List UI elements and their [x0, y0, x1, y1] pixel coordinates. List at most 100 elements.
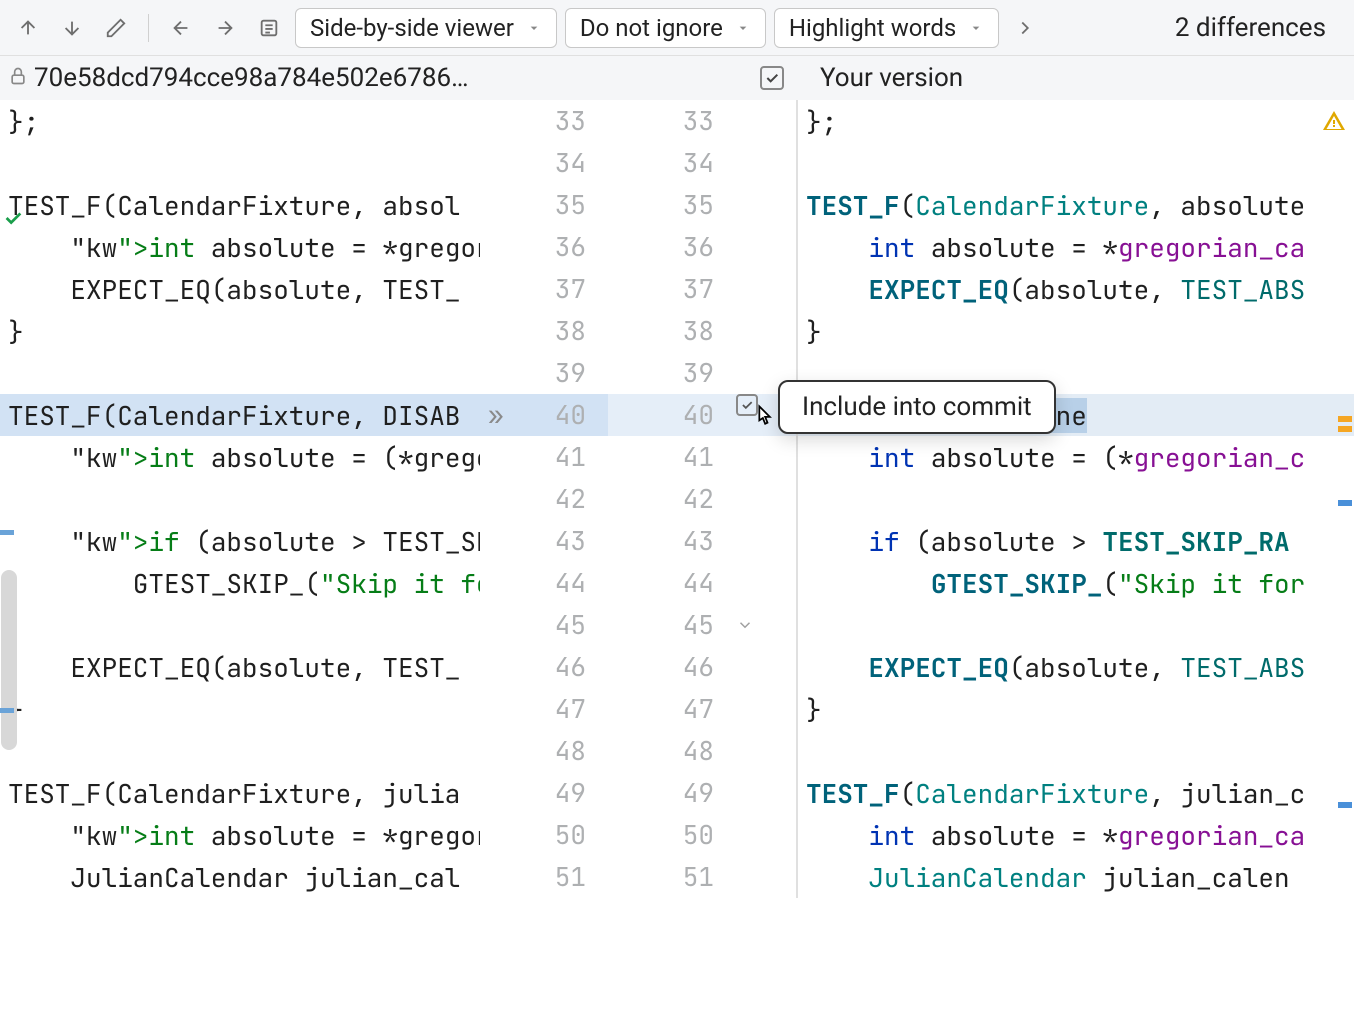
- code-line-right[interactable]: [798, 478, 1354, 520]
- toolbar-divider: [148, 14, 149, 42]
- gutter-action: [736, 142, 796, 184]
- next-diff-icon[interactable]: [54, 10, 90, 46]
- line-number[interactable]: 43: [608, 520, 736, 562]
- back-icon[interactable]: [163, 10, 199, 46]
- line-number[interactable]: 40: [608, 394, 736, 436]
- ignore-mode-dropdown[interactable]: Do not ignore: [565, 8, 766, 48]
- line-number[interactable]: 47: [608, 688, 736, 730]
- marker-strip[interactable]: [1336, 200, 1354, 1020]
- code-line-left[interactable]: EXPECT_EQ(absolute, TEST_: [0, 268, 480, 310]
- code-line-right[interactable]: TEST_F(CalendarFixture, julian_c: [798, 772, 1354, 814]
- line-number[interactable]: 43: [480, 520, 608, 562]
- code-line-right[interactable]: int absolute = *gregorian_ca: [798, 226, 1354, 268]
- scrollbar-thumb[interactable]: [1, 570, 17, 750]
- code-line-left[interactable]: [0, 604, 480, 646]
- prev-diff-icon[interactable]: [10, 10, 46, 46]
- line-number[interactable]: 37: [480, 268, 608, 310]
- gutter-action: [736, 562, 796, 604]
- code-line-right[interactable]: JulianCalendar julian_calen: [798, 856, 1354, 898]
- line-number[interactable]: 51: [480, 856, 608, 898]
- code-line-right[interactable]: [798, 142, 1354, 184]
- gutter-actions: [736, 100, 796, 898]
- include-all-checkbox[interactable]: [760, 66, 784, 90]
- code-line-right[interactable]: int absolute = (*gregorian_c: [798, 436, 1354, 478]
- warning-icon[interactable]: [1322, 106, 1346, 141]
- code-line-right[interactable]: GTEST_SKIP_("Skip it for: [798, 562, 1354, 604]
- line-number[interactable]: 45: [608, 604, 736, 646]
- line-number[interactable]: 46: [480, 646, 608, 688]
- warning-marker[interactable]: [1338, 426, 1352, 432]
- line-number[interactable]: 33: [608, 100, 736, 142]
- line-number[interactable]: 44: [608, 562, 736, 604]
- forward-icon[interactable]: [207, 10, 243, 46]
- line-number[interactable]: 39: [480, 352, 608, 394]
- line-number[interactable]: 49: [608, 772, 736, 814]
- line-number[interactable]: 42: [608, 478, 736, 520]
- line-number[interactable]: 35: [608, 184, 736, 226]
- code-line-right[interactable]: int absolute = *gregorian_ca: [798, 814, 1354, 856]
- code-line-left[interactable]: }: [0, 688, 480, 730]
- line-number[interactable]: 39: [608, 352, 736, 394]
- code-line-right[interactable]: EXPECT_EQ(absolute, TEST_ABS: [798, 268, 1354, 310]
- code-line-left[interactable]: TEST_F(CalendarFixture, DISAB: [0, 394, 480, 436]
- change-marker[interactable]: [1338, 500, 1352, 506]
- viewer-mode-dropdown[interactable]: Side-by-side viewer: [295, 8, 557, 48]
- code-line-left[interactable]: "kw">if (absolute > TEST_SKIP_: [0, 520, 480, 562]
- warning-marker[interactable]: [1338, 416, 1352, 422]
- line-number[interactable]: 49: [480, 772, 608, 814]
- code-line-right[interactable]: }: [798, 310, 1354, 352]
- line-number[interactable]: 51: [608, 856, 736, 898]
- line-number[interactable]: 34: [480, 142, 608, 184]
- code-line-right[interactable]: [798, 604, 1354, 646]
- code-line-left[interactable]: [0, 478, 480, 520]
- line-number[interactable]: 50: [608, 814, 736, 856]
- code-line-left[interactable]: [0, 142, 480, 184]
- line-number[interactable]: 48: [480, 730, 608, 772]
- code-line-left[interactable]: [0, 352, 480, 394]
- line-number[interactable]: 42: [480, 478, 608, 520]
- code-line-right[interactable]: EXPECT_EQ(absolute, TEST_ABS: [798, 646, 1354, 688]
- edit-icon[interactable]: [98, 10, 134, 46]
- code-line-left[interactable]: "kw">int absolute = *gregorian: [0, 814, 480, 856]
- line-number[interactable]: 37: [608, 268, 736, 310]
- expand-chevron-icon[interactable]: [1007, 10, 1043, 46]
- line-number[interactable]: 44: [480, 562, 608, 604]
- code-line-left[interactable]: TEST_F(CalendarFixture, absol: [0, 184, 480, 226]
- line-number[interactable]: 41: [608, 436, 736, 478]
- code-line-left[interactable]: };: [0, 100, 480, 142]
- line-number[interactable]: 45: [480, 604, 608, 646]
- line-number[interactable]: 36: [608, 226, 736, 268]
- code-line-left[interactable]: [0, 730, 480, 772]
- left-pane[interactable]: }; TEST_F(CalendarFixture, absol "kw">int…: [0, 100, 480, 898]
- code-line-right[interactable]: TEST_F(CalendarFixture, absolute: [798, 184, 1354, 226]
- change-marker[interactable]: [1338, 802, 1352, 808]
- code-line-left[interactable]: TEST_F(CalendarFixture, julia: [0, 772, 480, 814]
- code-line-left[interactable]: "kw">int absolute = *gregorian: [0, 226, 480, 268]
- line-number[interactable]: 41: [480, 436, 608, 478]
- details-icon[interactable]: [251, 10, 287, 46]
- chevron-down-icon[interactable]: [736, 607, 754, 642]
- code-line-left[interactable]: }: [0, 310, 480, 352]
- right-pane[interactable]: }; TEST_F(CalendarFixture, absolute int a…: [796, 100, 1354, 898]
- line-number[interactable]: 46: [608, 646, 736, 688]
- code-line-left[interactable]: GTEST_SKIP_("Skip it fo: [0, 562, 480, 604]
- line-number[interactable]: 48: [608, 730, 736, 772]
- code-line-right[interactable]: }: [798, 688, 1354, 730]
- line-number[interactable]: 33: [480, 100, 608, 142]
- code-line-left[interactable]: "kw">int absolute = (*gregoria: [0, 436, 480, 478]
- line-number[interactable]: 34: [608, 142, 736, 184]
- highlight-mode-dropdown[interactable]: Highlight words: [774, 8, 999, 48]
- line-number[interactable]: 35: [480, 184, 608, 226]
- line-number[interactable]: 38: [480, 310, 608, 352]
- chevron-down-icon: [526, 14, 542, 42]
- line-number[interactable]: »40: [480, 394, 608, 436]
- code-line-left[interactable]: EXPECT_EQ(absolute, TEST_: [0, 646, 480, 688]
- code-line-right[interactable]: [798, 730, 1354, 772]
- code-line-left[interactable]: JulianCalendar julian_cal: [0, 856, 480, 898]
- code-line-right[interactable]: if (absolute > TEST_SKIP_RA: [798, 520, 1354, 562]
- line-number[interactable]: 36: [480, 226, 608, 268]
- line-number[interactable]: 47: [480, 688, 608, 730]
- line-number[interactable]: 38: [608, 310, 736, 352]
- code-line-right[interactable]: };: [798, 100, 1354, 142]
- line-number[interactable]: 50: [480, 814, 608, 856]
